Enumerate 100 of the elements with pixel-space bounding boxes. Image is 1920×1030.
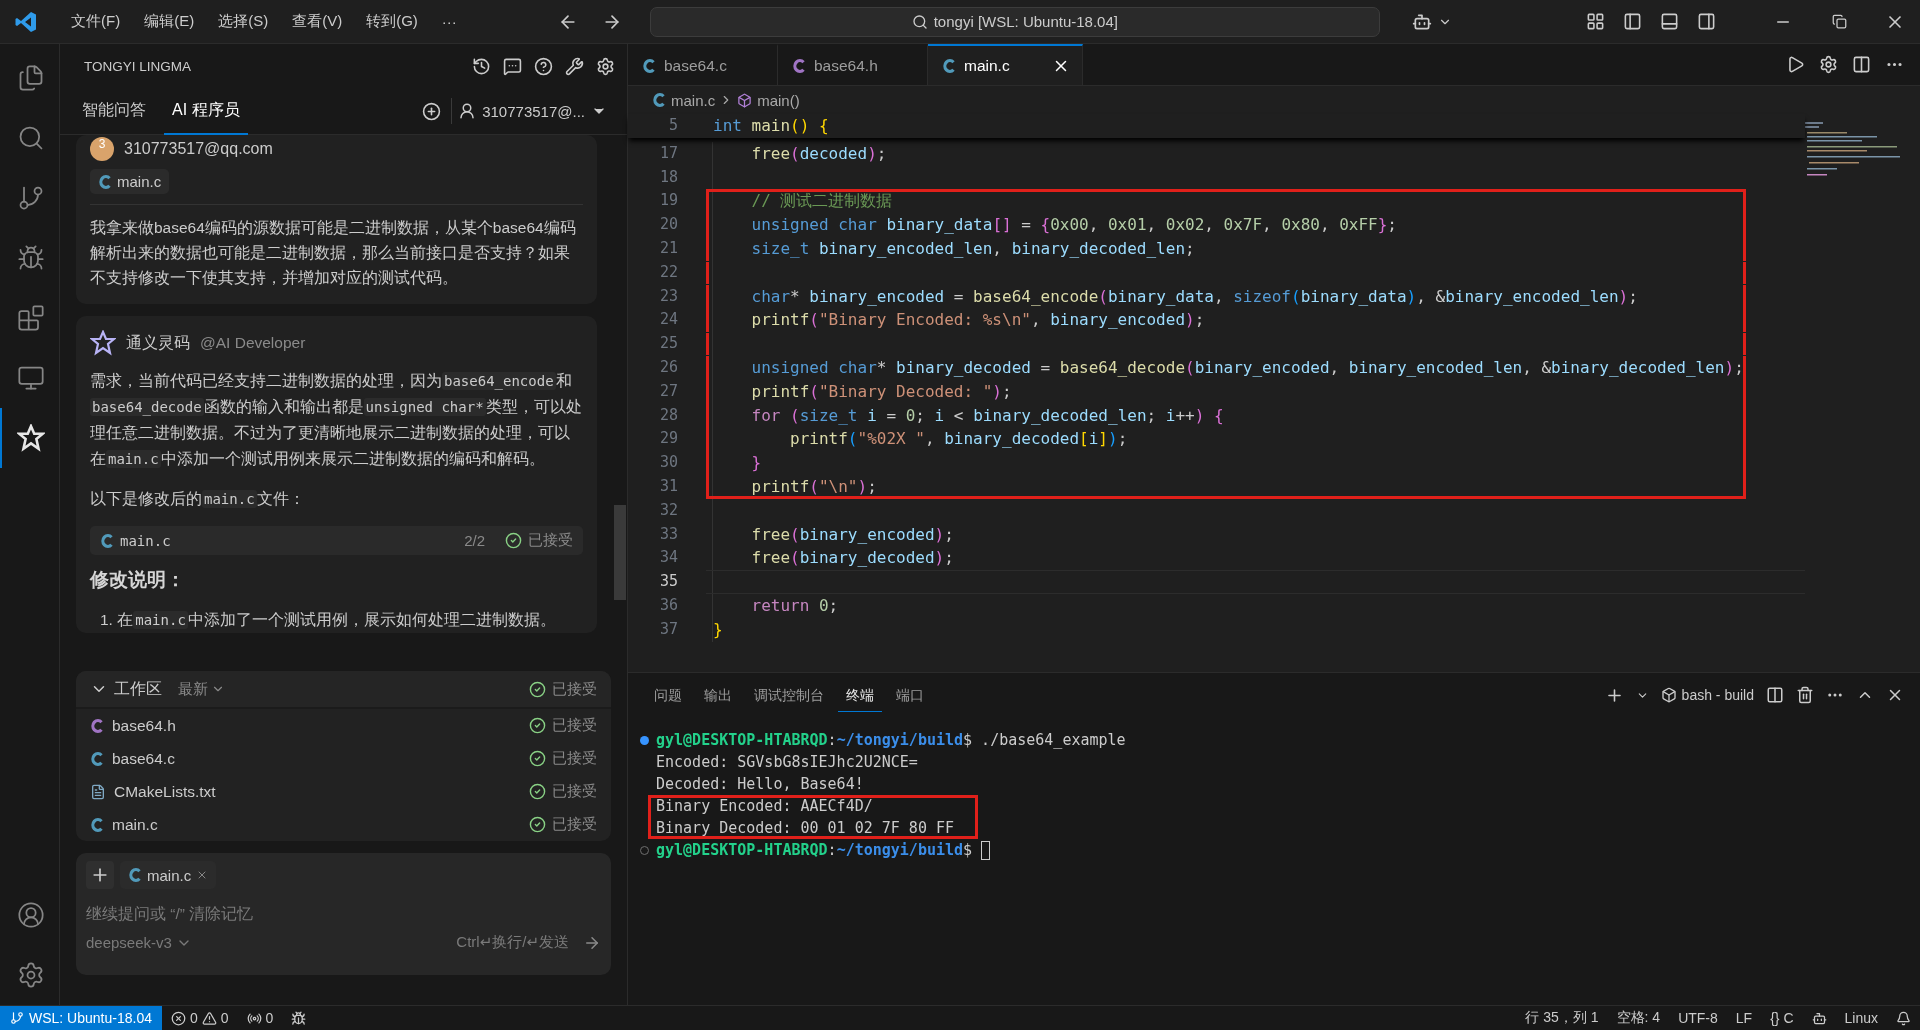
ports-indicator[interactable]: 0 <box>237 1010 283 1026</box>
panel-tab[interactable]: 终端 <box>838 678 882 712</box>
remote-icon <box>10 1011 24 1025</box>
code-file-block[interactable]: main.c 2/2 已接受 <box>90 526 583 555</box>
new-chat-icon[interactable] <box>422 101 442 121</box>
file-name[interactable]: CMakeLists.txt <box>114 782 521 801</box>
editor-logo-icon <box>14 9 38 34</box>
sidebar-toggle-icon[interactable] <box>1623 12 1642 31</box>
highlighted-code-line: char* binary_encoded = base64_encode(binary_data, sizeof(binary_data), &binary_encoded_len); <box>706 284 1746 309</box>
code-line: return 0; <box>750 594 840 617</box>
settings-icon[interactable] <box>596 56 615 76</box>
highlighted-code-line: printf("Binary Encoded: %s\n", binary_encoded); <box>706 308 1746 333</box>
line-number: 26 <box>659 356 678 378</box>
problems-indicator[interactable]: 0 0 <box>161 1010 238 1026</box>
panel-tab[interactable]: 智能问答 <box>74 87 154 135</box>
panel-tab[interactable]: 问题 <box>646 678 690 712</box>
panel-tab[interactable]: 调试控制台 <box>746 678 832 712</box>
line-number: 29 <box>659 428 678 450</box>
cube-icon <box>1660 687 1677 703</box>
highlighted-code-line: printf("\n"); <box>706 474 1746 499</box>
highlighted-code-line: unsigned char binary_data[] = {0x00, 0x01, 0x02, 0x7F, 0x80, 0xFF}; <box>706 213 1746 237</box>
terminal-line: Decoded: Hello, Base64! <box>655 774 865 795</box>
star-logo-icon <box>90 330 116 356</box>
status-item[interactable]: UTF-8 <box>1669 1010 1727 1026</box>
highlighted-code-line: for (size_t i = 0; i < binary_decoded_len; i++) { <box>706 403 1746 428</box>
add-context-button[interactable] <box>86 861 114 889</box>
c-file-icon <box>652 92 666 108</box>
highlighted-code-line: // 测试二进制数据 <box>706 189 1746 214</box>
menu-item[interactable]: 选择(S) <box>209 8 278 35</box>
line-number: 21 <box>659 238 678 259</box>
error-icon <box>170 1010 186 1026</box>
status-item[interactable]: 行 35，列 1 <box>1516 1009 1608 1027</box>
code-line: } <box>712 618 724 641</box>
file-chip[interactable]: main.c <box>120 861 217 889</box>
secondary-sidebar-icon[interactable] <box>1697 12 1716 31</box>
layout-icon[interactable] <box>1586 12 1605 31</box>
breadcrumb-item[interactable]: main() <box>737 91 800 109</box>
check-icon <box>529 816 546 833</box>
search-field[interactable]: tongyi [WSL: Ubuntu-18.04] <box>649 6 1380 37</box>
run-icon[interactable] <box>1786 55 1805 74</box>
account-menu[interactable]: 310773517@... <box>451 98 613 124</box>
file-name[interactable]: base64.h <box>112 716 521 735</box>
split-editor-icon[interactable] <box>1852 55 1871 74</box>
bug-icon[interactable] <box>291 1010 307 1026</box>
header-file-icon <box>792 57 806 74</box>
line-number: 34 <box>659 547 678 569</box>
status-item[interactable]: LF <box>1726 1010 1762 1026</box>
accepted-status: 已接受 <box>529 782 597 801</box>
file-chip[interactable]: main.c <box>90 169 170 194</box>
more-menu[interactable]: ··· <box>432 9 466 34</box>
document-icon <box>90 783 106 800</box>
menu-item[interactable]: 转到(G) <box>357 8 427 35</box>
section-heading: 修改说明： <box>90 568 186 592</box>
bell-icon[interactable] <box>1896 1010 1911 1026</box>
scrollbar-thumb[interactable] <box>614 505 626 600</box>
accepted-status: 已接受 <box>529 749 597 768</box>
settings-icon[interactable] <box>1819 55 1838 74</box>
menu-item[interactable]: 文件(F) <box>62 8 130 35</box>
line-number: 31 <box>659 475 678 497</box>
status-item[interactable]: 空格: 4 <box>1607 1009 1670 1027</box>
panel-tab[interactable]: 端口 <box>888 678 932 712</box>
accepted-status: 已接受 <box>529 716 597 735</box>
restore-icon[interactable] <box>1831 14 1847 29</box>
robot-icon[interactable] <box>1811 1010 1827 1026</box>
help-icon[interactable] <box>534 56 553 76</box>
terminal-selector[interactable]: bash - build <box>1660 687 1754 703</box>
sort-dropdown[interactable]: 最新 <box>178 679 225 699</box>
chat-input-field[interactable]: 继续提问或 “/” 清除记忆 <box>86 905 601 923</box>
history-icon[interactable] <box>472 56 491 76</box>
highlighted-code-line: size_t binary_encoded_len, binary_decoded_len; <box>706 237 1746 261</box>
terminal-line: Encoded: SGVsbG8sIEJhc2U2NCE= <box>655 752 919 773</box>
account-icon[interactable] <box>16 901 45 929</box>
chat-icon[interactable] <box>503 56 522 76</box>
c-file-icon <box>128 867 142 883</box>
cube-icon <box>737 92 753 108</box>
file-name[interactable]: base64.c <box>112 749 521 768</box>
line-number: 22 <box>659 261 678 283</box>
user-icon <box>458 102 477 120</box>
file-name[interactable]: main.c <box>112 815 521 834</box>
remote-indicator[interactable]: WSL: Ubuntu-18.04 <box>0 1006 162 1030</box>
menu-item[interactable]: 查看(V) <box>283 8 352 35</box>
line-number: 37 <box>659 618 678 640</box>
status-item[interactable]: {} C <box>1761 1010 1803 1026</box>
accepted-status: 已接受 <box>529 679 597 699</box>
editor-tab[interactable]: main.c <box>928 44 1083 85</box>
wrench-icon[interactable] <box>565 56 584 76</box>
split-terminal-icon[interactable] <box>1766 686 1784 704</box>
model-dropdown[interactable]: deepseek-v3 <box>86 934 192 951</box>
terminal-line: Binary Decoded: 00 01 02 7F 80 FF <box>648 817 978 839</box>
breadcrumb-item[interactable]: main.c <box>652 91 716 109</box>
trash-icon[interactable] <box>1796 686 1814 704</box>
highlighted-code-line: unsigned char* binary_decoded = base64_decode(binary_encoded, binary_encoded_len, &binary_decoded_len); <box>706 355 1746 380</box>
panel-tab[interactable]: 输出 <box>696 678 740 712</box>
star-icon <box>16 424 45 452</box>
message-text: 以下是修改后的 main.c 文件： <box>90 489 306 510</box>
user-name: 310773517@qq.com <box>124 140 273 158</box>
panel-toggle-icon[interactable] <box>1660 12 1679 31</box>
menu-item[interactable]: 编辑(E) <box>135 8 204 35</box>
status-item[interactable]: Linux <box>1835 1010 1887 1026</box>
line-number: 25 <box>659 333 678 355</box>
